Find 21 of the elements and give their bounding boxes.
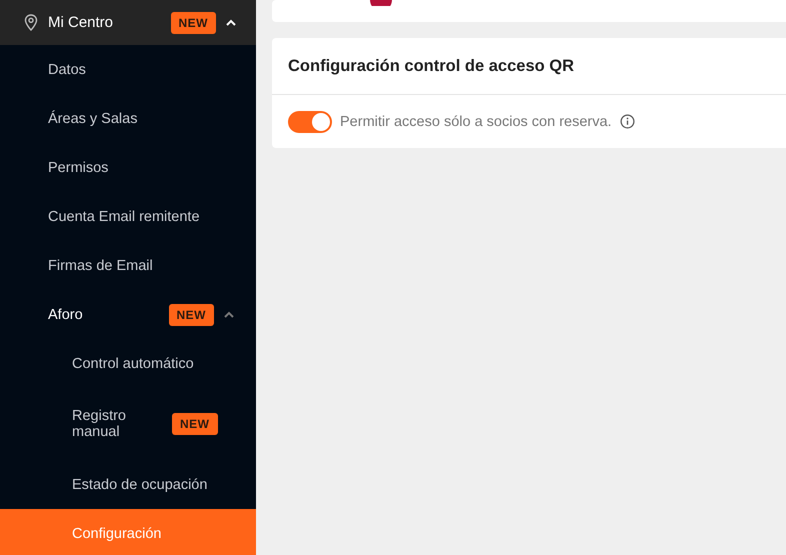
sidebar-item[interactable]: Permisos (0, 143, 256, 192)
sidebar-item[interactable]: Registro manual NEW (0, 388, 256, 460)
new-badge: NEW (168, 304, 214, 326)
new-badge: NEW (170, 12, 216, 34)
toggle-switch[interactable] (288, 110, 332, 132)
setting-label: Permitir acceso sólo a socios con reserva. (340, 114, 612, 130)
sidebar-item[interactable]: Firmas de Email (0, 241, 256, 290)
sidebar-item[interactable]: Estado de ocupación (0, 460, 256, 509)
sidebar-item[interactable]: Cuenta Email remitente (0, 192, 256, 241)
info-icon[interactable] (620, 114, 635, 129)
caret-icon (224, 311, 234, 318)
sidebar-item[interactable]: Control automático (0, 339, 256, 388)
card-title: Configuración control de acceso QR (272, 38, 786, 95)
caret-icon (226, 19, 236, 26)
sidebar-header[interactable]: Mi Centro NEW (0, 0, 256, 45)
new-badge: NEW (172, 413, 218, 435)
sidebar-item[interactable]: Áreas y Salas (0, 94, 256, 143)
location-pin-icon (24, 14, 38, 31)
sidebar-header-label: Mi Centro (48, 14, 114, 31)
sidebar-item[interactable]: Datos (0, 45, 256, 94)
sidebar-item[interactable]: Aforo NEW (0, 290, 256, 339)
